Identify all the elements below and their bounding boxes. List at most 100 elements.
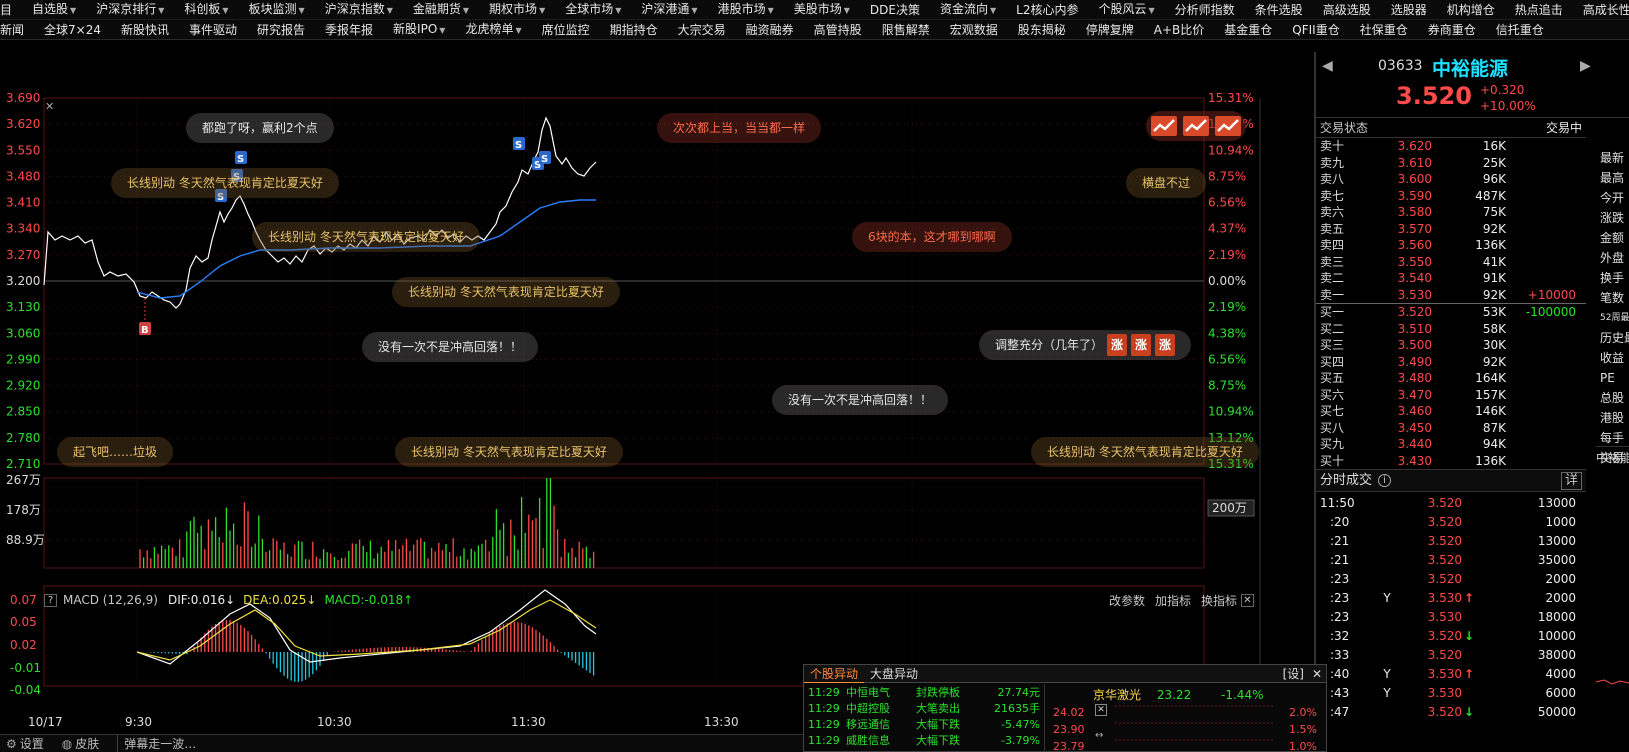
bid-row[interactable]: 买一 3.520 53K -100000 — [1316, 304, 1586, 321]
nav-item[interactable]: 美股市场 ▼ — [782, 0, 858, 19]
nav-item[interactable]: 全球7×24 — [32, 20, 109, 39]
ask-row[interactable]: 卖七 3.590 487K — [1316, 188, 1586, 205]
nav-item[interactable]: 板块监测 ▼ — [237, 0, 313, 19]
nav-item[interactable]: 季报年报 — [313, 20, 381, 39]
ticks-detail-button[interactable]: 详 — [1560, 472, 1582, 490]
nav-item[interactable]: 期权市场 ▼ — [477, 0, 553, 19]
chart-tool-button[interactable]: 简约 — [1176, 54, 1217, 74]
sell-marker[interactable]: S — [513, 137, 525, 151]
nav-item[interactable]: 限售解禁 — [870, 20, 938, 39]
nav-item[interactable]: DDE决策 — [858, 0, 928, 19]
nav-item[interactable]: L2核心内参 — [1004, 0, 1086, 19]
nav-item[interactable]: 新闻 — [0, 20, 32, 39]
mode-label[interactable]: 分时 — [100, 79, 124, 96]
danmaku-input[interactable]: 弹幕走一波… — [117, 735, 517, 752]
close-icon[interactable]: ✕ — [1241, 593, 1254, 607]
period-button[interactable]: 更多周期 ▼ — [454, 53, 530, 74]
nav-prefix[interactable]: 目 — [0, 0, 20, 19]
nav-item[interactable]: 热点追击 — [1503, 0, 1571, 19]
ask-row[interactable]: 卖五 3.570 92K — [1316, 221, 1586, 238]
nav-item[interactable]: 沪深京指数 ▼ — [313, 0, 401, 19]
period-button[interactable]: 15分钟 — [144, 53, 202, 74]
nav-item[interactable]: 信托重仓 — [1484, 20, 1552, 39]
chart-tool-button[interactable]: 叠加 ▼ — [1083, 54, 1133, 74]
bid-row[interactable]: 买七 3.460 146K — [1316, 403, 1586, 420]
period-button[interactable]: 月线 — [410, 53, 453, 74]
nav-item[interactable]: 科创板 ▼ — [172, 0, 236, 19]
nav-item[interactable]: 席位监控 — [530, 20, 598, 39]
period-button[interactable]: 5日 ▼ — [44, 53, 91, 74]
sell-marker[interactable]: S — [235, 151, 247, 165]
nav-item[interactable]: 高管持股 — [802, 20, 870, 39]
skin-icon[interactable]: ◍ — [62, 737, 72, 751]
nav-item[interactable]: 宏观数据 — [938, 20, 1006, 39]
nav-item[interactable]: 事件驱动 — [177, 20, 245, 39]
bid-row[interactable]: 买八 3.450 87K — [1316, 420, 1586, 437]
chart-tool-button[interactable]: 画线 — [1134, 54, 1175, 74]
nav-item[interactable]: 研究报告 — [245, 20, 313, 39]
nav-item[interactable]: 全球市场 ▼ — [553, 0, 629, 19]
nav-item[interactable]: 高级选股 — [1311, 0, 1379, 19]
nav-item[interactable]: 高成长性 — [1571, 0, 1629, 19]
nav-item[interactable]: 龙虎榜单 ▼ — [453, 20, 529, 39]
bid-row[interactable]: 买二 3.510 58K — [1316, 321, 1586, 338]
nav-item[interactable]: A+B比价 — [1142, 20, 1213, 39]
alert-row[interactable]: 11:29 中超控股 大笔卖出 21635手 — [808, 701, 1043, 717]
ask-row[interactable]: 卖三 3.550 41K — [1316, 254, 1586, 271]
period-button[interactable]: 周线 — [366, 53, 409, 74]
period-button[interactable]: 30分钟 — [203, 53, 262, 74]
bid-row[interactable]: 买六 3.470 157K — [1316, 387, 1586, 404]
nav-item[interactable]: 个股风云 ▼ — [1086, 0, 1162, 19]
nav-item[interactable]: 股东揭秘 — [1006, 20, 1074, 39]
nav-item[interactable]: 港股市场 ▼ — [706, 0, 782, 19]
nav-item[interactable]: 新股快讯 — [109, 20, 177, 39]
period-button[interactable]: 60分钟 — [263, 53, 321, 74]
nav-item[interactable]: 选股器 — [1379, 0, 1435, 19]
next-stock-icon[interactable]: ▶ — [1580, 58, 1591, 74]
alert-row[interactable]: 11:29 移远通信 大幅下跌 -5.47% — [808, 717, 1043, 733]
skin-button[interactable]: 皮肤 — [75, 735, 99, 752]
close-icon[interactable]: ✕ — [45, 100, 54, 113]
nav-item[interactable]: 新股IPO ▼ — [381, 20, 453, 39]
close-icon[interactable]: ✕ — [1095, 704, 1107, 716]
chart-tool-button[interactable]: 竞价 ▼ — [1032, 54, 1082, 74]
nav-item[interactable]: 期指持仓 — [598, 20, 666, 39]
bid-row[interactable]: 买十 3.430 136K — [1316, 453, 1586, 470]
nav-item[interactable]: 分析师指数 — [1163, 0, 1243, 19]
ask-row[interactable]: 卖四 3.560 136K — [1316, 237, 1586, 254]
ask-row[interactable]: 卖八 3.600 96K — [1316, 171, 1586, 188]
alert-close-button[interactable]: ✕ — [1312, 667, 1322, 681]
bid-row[interactable]: 买九 3.440 94K — [1316, 436, 1586, 453]
change-indicator-button[interactable]: 换指标 — [1201, 592, 1237, 609]
ask-row[interactable]: 卖二 3.540 91K — [1316, 270, 1586, 287]
ask-row[interactable]: 卖一 3.530 92K +10000 — [1316, 287, 1586, 304]
buy-marker[interactable]: B — [139, 298, 151, 336]
info-icon[interactable]: i — [1378, 474, 1392, 487]
ask-row[interactable]: 卖九 3.610 25K — [1316, 155, 1586, 172]
nav-item[interactable]: 沪深京排行 ▼ — [84, 0, 172, 19]
alert-settings-button[interactable]: [设] — [1283, 665, 1304, 682]
sell-marker[interactable]: S — [539, 151, 551, 165]
alert-row[interactable]: 11:29 威胜信息 大幅下跌 -3.79% — [808, 733, 1043, 749]
volume-label[interactable]: 成交量 — [132, 79, 168, 96]
nav-item[interactable]: 停牌复牌 — [1074, 20, 1142, 39]
fullscreen-icon[interactable]: ⤢ — [1269, 54, 1296, 74]
tab-stock-alert[interactable]: 个股异动 — [804, 665, 865, 683]
alert-row[interactable]: 11:29 中恒电气 封跌停板 27.74元 — [808, 685, 1043, 701]
nav-item[interactable]: 沪深港通 ▼ — [629, 0, 705, 19]
help-icon[interactable]: ? — [44, 593, 57, 607]
macd-label[interactable]: MACD (12,26,9) — [63, 593, 158, 607]
settings-button[interactable]: 设置 — [20, 735, 44, 752]
side-bottom-tab[interactable]: 中裕能 — [1596, 446, 1629, 468]
nav-item[interactable]: 券商重仓 — [1416, 20, 1484, 39]
nav-item[interactable]: 资金流向 ▼ — [928, 0, 1004, 19]
period-button[interactable]: 分时 — [0, 53, 43, 74]
period-button[interactable]: 日线 — [322, 53, 365, 74]
bid-row[interactable]: 买三 3.500 30K — [1316, 337, 1586, 354]
nav-item[interactable]: 基金重仓 — [1212, 20, 1280, 39]
tab-market-alert[interactable]: 大盘异动 — [864, 665, 924, 682]
bid-row[interactable]: 买五 3.480 164K — [1316, 370, 1586, 387]
nav-item[interactable]: 自选股 ▼ — [20, 0, 84, 19]
resize-icon[interactable]: ↔ — [1095, 730, 1103, 741]
nav-item[interactable]: QFII重仓 — [1280, 20, 1347, 39]
